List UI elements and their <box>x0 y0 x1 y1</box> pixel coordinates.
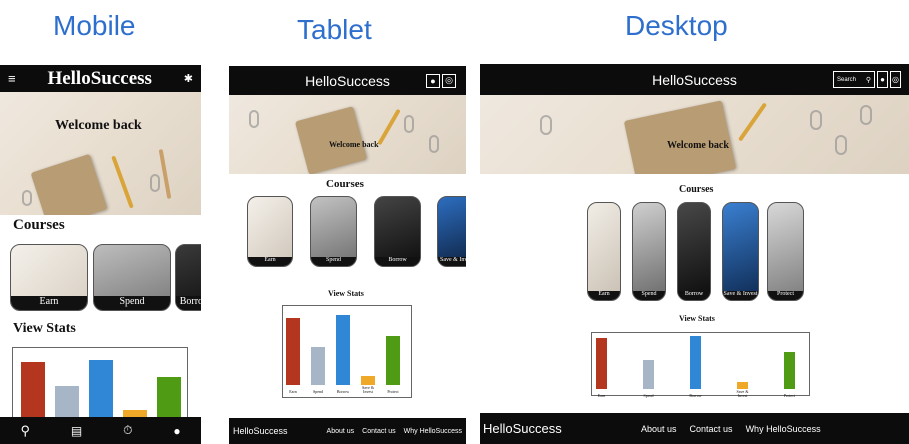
bar-protect <box>386 336 400 385</box>
footer-link-why[interactable]: Why HelloSuccess <box>746 424 821 434</box>
x-tick-label: Save & Invest <box>362 384 374 394</box>
desktop-welcome: Welcome back <box>667 140 729 151</box>
x-tick-label: Borrow <box>336 388 350 394</box>
mobile-course-borrow[interactable]: Borrow <box>175 244 201 311</box>
mobile-course-earn[interactable]: Earn <box>10 244 88 311</box>
footer-link-about[interactable]: About us <box>641 424 677 434</box>
mobile-courses-heading: Courses <box>13 217 65 233</box>
desktop-footer: HelloSuccess About us Contact us Why Hel… <box>480 413 909 444</box>
globe-icon[interactable]: ◎ <box>890 71 901 88</box>
globe-icon[interactable]: ◎ <box>442 73 456 88</box>
desktop-brand[interactable]: HelloSuccess <box>652 72 737 88</box>
tablet-courses-heading: Courses <box>326 178 364 190</box>
x-tick-label: Earn <box>289 388 297 394</box>
bar-borrow <box>336 315 350 385</box>
menu-icon[interactable]: ≡ <box>8 71 16 86</box>
bar-protect <box>157 377 181 417</box>
user-icon[interactable]: ● <box>426 73 440 88</box>
bar-spend <box>311 347 325 385</box>
search-input[interactable]: Search <box>837 77 856 83</box>
tablet-course-earn[interactable]: Earn <box>247 196 293 267</box>
tablet-stats-heading: View Stats <box>328 289 364 298</box>
mobile-brand[interactable]: HelloSuccess <box>47 68 152 90</box>
caption-desktop: Desktop <box>625 10 728 41</box>
tablet-hero: Welcome back <box>229 95 466 174</box>
search-icon[interactable]: ⚲ <box>20 423 30 439</box>
footer-link-why[interactable]: Why HelloSuccess <box>404 428 462 435</box>
desktop-course-earn[interactable]: Earn <box>587 202 621 301</box>
x-tick-label: Earn <box>597 392 606 398</box>
desktop-hero: Welcome back <box>480 95 909 174</box>
tablet-course-borrow[interactable]: Borrow <box>374 196 421 267</box>
mobile-hero: Welcome back <box>0 92 201 215</box>
bar-save-invest <box>737 382 748 389</box>
x-tick-label: Save & Invest <box>736 388 749 398</box>
footer-link-contact[interactable]: Contact us <box>690 424 733 434</box>
tablet-footer: HelloSuccess About us Contact us Why Hel… <box>229 418 466 444</box>
desktop-stats-heading: View Stats <box>679 314 715 323</box>
desktop-course-save-invest[interactable]: Save & Invest <box>722 202 759 301</box>
bar-earn <box>596 337 607 389</box>
search-icon[interactable]: ⚲ <box>866 76 871 84</box>
x-tick-label: Borrow <box>689 392 702 398</box>
caption-mobile: Mobile <box>53 10 136 41</box>
user-icon[interactable]: ● <box>877 71 888 88</box>
caption-tablet: Tablet <box>297 14 372 45</box>
mobile-stats-heading: View Stats <box>13 321 76 336</box>
mobile-welcome: Welcome back <box>55 118 142 133</box>
x-tick-label: Spend <box>313 388 323 394</box>
mobile-bottom-nav: ⚲ ▤ ⏱ ● <box>0 417 201 444</box>
footer-link-contact[interactable]: Contact us <box>362 428 395 435</box>
bar-earn <box>286 318 300 385</box>
bar-borrow <box>89 359 113 417</box>
desktop-course-protect[interactable]: Protect <box>767 202 804 301</box>
footer-link-about[interactable]: About us <box>327 428 355 435</box>
tablet-welcome: Welcome back <box>329 140 379 149</box>
desktop-course-borrow[interactable]: Borrow <box>677 202 711 301</box>
mobile-header: ≡ HelloSuccess ✱ <box>0 65 201 92</box>
user-icon[interactable]: ● <box>173 424 180 438</box>
desktop-view: HelloSuccess Search ⚲ ● ◎ Welcome back C… <box>480 64 909 444</box>
x-tick-label: Spend <box>643 392 654 398</box>
bar-protect <box>784 351 795 389</box>
bar-spend <box>55 386 79 417</box>
bar-earn <box>21 362 45 417</box>
desktop-footer-brand[interactable]: HelloSuccess <box>483 421 562 436</box>
desktop-course-spend[interactable]: Spend <box>632 202 666 301</box>
tablet-footer-brand[interactable]: HelloSuccess <box>233 426 288 436</box>
mobile-view: ≡ HelloSuccess ✱ Welcome back Courses Ea… <box>0 65 201 444</box>
bar-save-invest <box>361 375 375 385</box>
bar-save-invest <box>123 409 147 417</box>
tablet-header: HelloSuccess ● ◎ <box>229 66 466 95</box>
mobile-stats-chart <box>12 347 188 417</box>
x-tick-label: Protect <box>387 388 399 394</box>
mobile-course-spend[interactable]: Spend <box>93 244 171 311</box>
tablet-brand[interactable]: HelloSuccess <box>305 73 390 89</box>
desktop-courses-heading: Courses <box>679 184 714 195</box>
desktop-stats-chart: Earn Spend Borrow Save & Invest Protect <box>591 332 810 398</box>
x-tick-label: Protect <box>783 392 796 398</box>
timer-icon[interactable]: ⏱ <box>123 423 132 438</box>
desktop-header: HelloSuccess Search ⚲ ● ◎ <box>480 64 909 95</box>
book-icon[interactable]: ▤ <box>71 424 82 438</box>
tablet-view: HelloSuccess ● ◎ Welcome back Courses Ea… <box>229 66 466 444</box>
tablet-course-save-invest[interactable]: Save & Invest <box>437 196 466 267</box>
tablet-course-spend[interactable]: Spend <box>310 196 357 267</box>
tablet-stats-chart: Earn Spend Borrow Save & Invest Protect <box>282 305 412 398</box>
bar-spend <box>643 360 654 389</box>
bar-borrow <box>690 335 701 389</box>
gear-icon[interactable]: ✱ <box>184 72 193 85</box>
desktop-search[interactable]: Search ⚲ <box>833 71 875 88</box>
